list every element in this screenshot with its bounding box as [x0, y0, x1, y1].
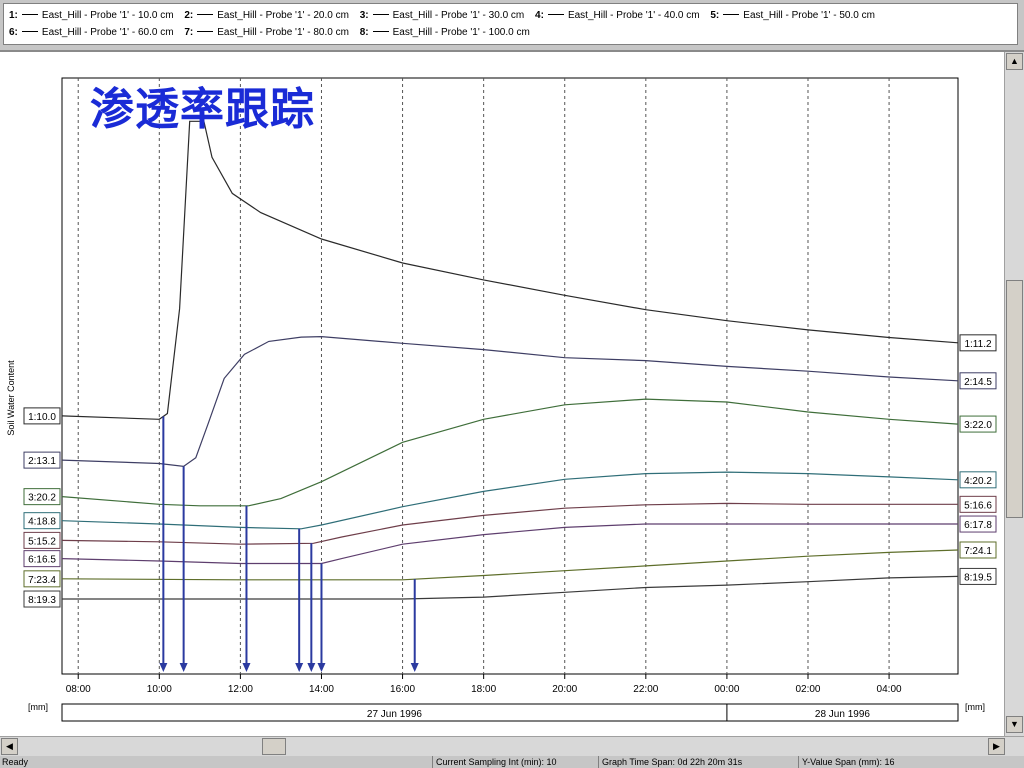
- series-8-start-label: 8:19.3: [28, 595, 56, 606]
- chart-client-area: 08:00 10:00 12:00 14:00 16:00 18:00 20:00 22:00…: [0, 52, 1004, 736]
- series-8-end-label: 8:19.5: [964, 572, 992, 583]
- series-4-end-label: 4:20.2: [964, 476, 992, 487]
- x-tick-label: 00:00: [714, 684, 739, 695]
- legend-line-swatch: [197, 30, 214, 32]
- arrow-left-icon: ◀: [6, 741, 13, 751]
- legend-num: 1:: [9, 10, 18, 21]
- status-y-span: Y-Value Span (mm): 16: [798, 756, 895, 768]
- scroll-right-button[interactable]: ▶: [988, 738, 1005, 755]
- legend-item[interactable]: 6: East_Hill - Probe '1' - 60.0 cm: [9, 24, 174, 41]
- legend-num: 7:: [184, 27, 194, 38]
- soil-water-chart: 08:00 10:00 12:00 14:00 16:00 18:00 20:00 22:00…: [6, 77, 997, 722]
- legend-num: 3:: [359, 10, 369, 21]
- legend-item[interactable]: 5: East_Hill - Probe '1' - 50.0 cm: [710, 7, 875, 24]
- legend-label: East_Hill - Probe '1' - 100.0 cm: [392, 27, 530, 38]
- legend-item[interactable]: 2: East_Hill - Probe '1' - 20.0 cm: [184, 7, 349, 24]
- date-label: 27 Jun 1996: [367, 709, 422, 720]
- legend-label: East_Hill - Probe '1' - 30.0 cm: [392, 10, 525, 21]
- legend-item[interactable]: 3: East_Hill - Probe '1' - 30.0 cm: [360, 7, 525, 24]
- x-tick-label: 02:00: [795, 684, 820, 695]
- legend-label: East_Hill - Probe '1' - 10.0 cm: [41, 10, 174, 21]
- scroll-up-button[interactable]: ▲: [1006, 53, 1023, 70]
- series-7-end-label: 7:24.1: [964, 546, 992, 557]
- date-label: 28 Jun 1996: [815, 709, 870, 720]
- arrow-up-icon: ▲: [1010, 56, 1019, 66]
- legend-item[interactable]: 4: East_Hill - Probe '1' - 40.0 cm: [535, 7, 700, 24]
- arrow-right-icon: ▶: [993, 741, 1000, 751]
- legend-label: East_Hill - Probe '1' - 20.0 cm: [217, 10, 349, 21]
- legend-bar: 1: East_Hill - Probe '1' - 10.0 cm 2: East…: [0, 0, 1024, 52]
- legend-item[interactable]: 8: East_Hill - Probe '1' - 100.0 cm: [360, 24, 530, 41]
- scroll-down-button[interactable]: ▼: [1006, 716, 1023, 733]
- legend-num: 8:: [359, 27, 369, 38]
- x-tick-label: 22:00: [633, 684, 658, 695]
- series-2-start-label: 2:13.1: [28, 456, 56, 467]
- unit-label-left: [mm]: [28, 702, 48, 712]
- scroll-left-button[interactable]: ◀: [1, 738, 18, 755]
- legend-item[interactable]: 1: East_Hill - Probe '1' - 10.0 cm: [9, 7, 174, 24]
- legend-label: East_Hill - Probe '1' - 40.0 cm: [567, 10, 700, 21]
- legend-row-1: 1: East_Hill - Probe '1' - 10.0 cm 2: East…: [9, 7, 1012, 24]
- series-6-end-label: 6:17.8: [964, 520, 992, 531]
- x-tick-label: 16:00: [390, 684, 415, 695]
- series-6-start-label: 6:16.5: [28, 555, 56, 566]
- unit-label-right: [mm]: [965, 702, 985, 712]
- chart-title: 渗透率跟踪: [90, 84, 315, 135]
- series-7-start-label: 7:23.4: [28, 575, 56, 586]
- status-sampling-interval: Current Sampling Int (min): 10: [432, 756, 557, 768]
- x-tick-label: 18:00: [471, 684, 496, 695]
- x-tick-label: 10:00: [147, 684, 172, 695]
- horizontal-scroll-thumb[interactable]: [262, 738, 286, 755]
- legend-num: 6:: [9, 27, 18, 38]
- status-time-span: Graph Time Span: 0d 22h 20m 31s: [598, 756, 742, 768]
- legend-line-swatch: [21, 30, 38, 32]
- series-2-end-label: 2:14.5: [964, 377, 992, 388]
- legend-row-2: 6: East_Hill - Probe '1' - 60.0 cm 7: East…: [9, 24, 1012, 41]
- x-tick-label: 14:00: [309, 684, 334, 695]
- series-5-start-label: 5:15.2: [28, 536, 56, 547]
- legend-item[interactable]: 7: East_Hill - Probe '1' - 80.0 cm: [184, 24, 349, 41]
- horizontal-scrollbar[interactable]: ◀ ▶: [0, 736, 1024, 756]
- legend-panel: 1: East_Hill - Probe '1' - 10.0 cm 2: East…: [3, 3, 1018, 45]
- x-tick-label: 04:00: [877, 684, 902, 695]
- series-3-end-label: 3:22.0: [964, 420, 992, 431]
- legend-num: 4:: [535, 10, 544, 21]
- legend-line-swatch: [372, 13, 389, 15]
- x-tick-label: 20:00: [552, 684, 577, 695]
- status-bar: Ready Current Sampling Int (min): 10 Gra…: [0, 756, 1024, 768]
- series-5-end-label: 5:16.6: [964, 500, 992, 511]
- plot-frame: [61, 77, 959, 675]
- status-ready: Ready: [2, 757, 29, 767]
- legend-line-swatch: [547, 13, 564, 15]
- series-4-start-label: 4:18.8: [28, 517, 56, 528]
- x-tick-label: 12:00: [228, 684, 253, 695]
- legend-num: 5:: [710, 10, 720, 21]
- series-1-start-label: 1:10.0: [28, 412, 56, 423]
- legend-label: East_Hill - Probe '1' - 50.0 cm: [743, 10, 875, 21]
- legend-label: East_Hill - Probe '1' - 80.0 cm: [217, 27, 349, 38]
- legend-label: East_Hill - Probe '1' - 60.0 cm: [41, 27, 174, 38]
- x-tick-label: 08:00: [66, 684, 91, 695]
- legend-line-swatch: [197, 13, 214, 15]
- series-3-start-label: 3:20.2: [28, 493, 56, 504]
- y-axis-label: Soil Water Content: [6, 360, 16, 436]
- vertical-scrollbar[interactable]: ▲ ▼: [1004, 52, 1024, 736]
- vertical-scroll-thumb[interactable]: [1006, 280, 1023, 518]
- arrow-down-icon: ▼: [1010, 719, 1019, 729]
- series-1-end-label: 1:11.2: [964, 339, 991, 350]
- legend-line-swatch: [21, 13, 38, 15]
- legend-num: 2:: [184, 10, 194, 21]
- legend-line-swatch: [723, 13, 740, 15]
- legend-line-swatch: [372, 30, 389, 32]
